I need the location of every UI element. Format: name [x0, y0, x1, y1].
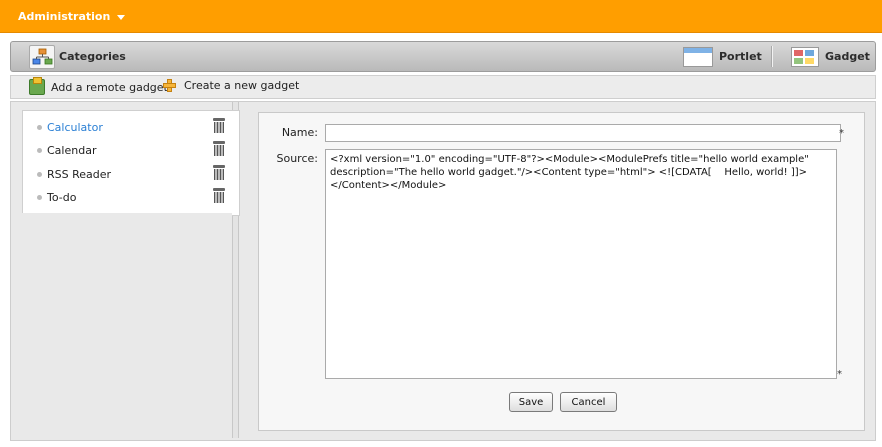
- categories-icon: [29, 45, 55, 69]
- add-remote-gadget-button[interactable]: Add a remote gadget: [29, 77, 168, 95]
- add-remote-gadget-label: Add a remote gadget: [51, 80, 168, 94]
- bullet-icon: [37, 172, 42, 177]
- list-item-rss-reader[interactable]: RSS Reader: [37, 165, 225, 185]
- categories-label: Categories: [59, 50, 126, 63]
- list-item-calendar[interactable]: Calendar: [37, 141, 225, 161]
- remote-gadget-icon: [29, 77, 45, 95]
- name-input[interactable]: [325, 124, 841, 142]
- caret-down-icon: [117, 14, 126, 20]
- gadget-list: Calculator Calendar RSS Reader To-do: [22, 110, 240, 216]
- gadget-button[interactable]: Gadget: [791, 44, 870, 69]
- toolbar: Add a remote gadget Create a new gadget: [10, 75, 876, 99]
- create-gadget-label: Create a new gadget: [184, 79, 300, 92]
- header-bar: Categories Portlet Gadget: [10, 41, 876, 72]
- gadget-label: Gadget: [825, 50, 870, 63]
- required-mark: *: [837, 369, 842, 380]
- gadget-name[interactable]: Calendar: [47, 144, 96, 157]
- trash-icon[interactable]: [213, 188, 225, 203]
- trash-icon[interactable]: [213, 118, 225, 133]
- cancel-button[interactable]: Cancel: [560, 392, 617, 412]
- sidebar-empty-area: [16, 213, 232, 437]
- bullet-icon: [37, 195, 42, 200]
- trash-icon[interactable]: [213, 165, 225, 180]
- save-button[interactable]: Save: [509, 392, 553, 412]
- admin-menu-label: Administration: [18, 10, 111, 23]
- bullet-icon: [37, 148, 42, 153]
- bullet-icon: [37, 125, 42, 130]
- trash-icon[interactable]: [213, 141, 225, 156]
- gadget-name[interactable]: To-do: [47, 191, 76, 204]
- plus-icon: [163, 79, 176, 92]
- admin-bar: Administration: [0, 0, 882, 33]
- name-label: Name:: [281, 126, 318, 139]
- required-mark: *: [839, 128, 844, 139]
- list-item-calculator[interactable]: Calculator: [37, 118, 225, 138]
- portlet-button[interactable]: Portlet: [683, 44, 762, 69]
- portlet-label: Portlet: [719, 50, 762, 63]
- source-label: Source:: [276, 152, 319, 165]
- header-separator: [771, 46, 773, 67]
- gadget-icon: [791, 46, 819, 67]
- create-gadget-button[interactable]: Create a new gadget: [163, 79, 299, 92]
- gadget-name[interactable]: RSS Reader: [47, 168, 111, 181]
- list-item-to-do[interactable]: To-do: [37, 188, 225, 208]
- source-textarea[interactable]: <?xml version="1.0" encoding="UTF-8"?><M…: [325, 149, 837, 379]
- admin-menu[interactable]: Administration: [18, 10, 126, 23]
- portlet-icon: [683, 46, 713, 67]
- gadget-name[interactable]: Calculator: [47, 121, 103, 134]
